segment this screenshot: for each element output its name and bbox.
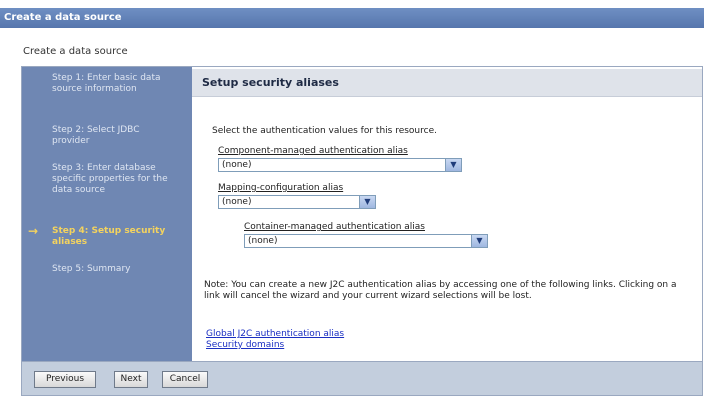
container-alias-label: Container-managed authentication alias [244,222,425,232]
instruction-text: Select the authentication values for thi… [212,126,437,136]
window-title: Create a data source [0,8,704,28]
mapping-alias-select[interactable]: (none) ▼ [218,195,376,209]
step-2: Step 2: Select JDBC provider [52,125,140,146]
note-text: Note: You can create a new J2C authentic… [204,280,677,301]
panel-title: Setup security aliases [192,69,702,97]
previous-button[interactable]: Previous [34,371,96,388]
next-button[interactable]: Next [114,371,148,388]
component-alias-value: (none) [222,160,252,170]
step-4: Step 4: Setup security aliases [52,226,166,247]
page-subtitle: Create a data source [23,46,128,57]
mapping-alias-label: Mapping-configuration alias [218,183,344,193]
mapping-alias-value: (none) [222,197,252,207]
wizard-panel: Setup security aliases Select the authen… [192,67,702,361]
step-1: Step 1: Enter basic data source informat… [52,73,161,94]
chevron-down-icon[interactable]: ▼ [445,159,461,171]
step-5: Step 5: Summary [52,264,131,274]
wizard-steps-sidebar: Step 1: Enter basic data source informat… [22,67,192,361]
container-alias-value: (none) [248,236,278,246]
current-step-arrow-icon: → [28,224,39,238]
step-3: Step 3: Enter database specific properti… [52,163,168,195]
component-alias-label: Component-managed authentication alias [218,146,408,156]
chevron-down-icon[interactable]: ▼ [359,196,375,208]
container-alias-select[interactable]: (none) ▼ [244,234,488,248]
cancel-button[interactable]: Cancel [162,371,208,388]
wizard-container: Step 1: Enter basic data source informat… [21,66,703,362]
wizard-footer: Previous Next Cancel [21,362,703,396]
security-domains-link[interactable]: Security domains [206,340,284,350]
global-j2c-alias-link[interactable]: Global J2C authentication alias [206,329,344,339]
component-alias-select[interactable]: (none) ▼ [218,158,462,172]
chevron-down-icon[interactable]: ▼ [471,235,487,247]
